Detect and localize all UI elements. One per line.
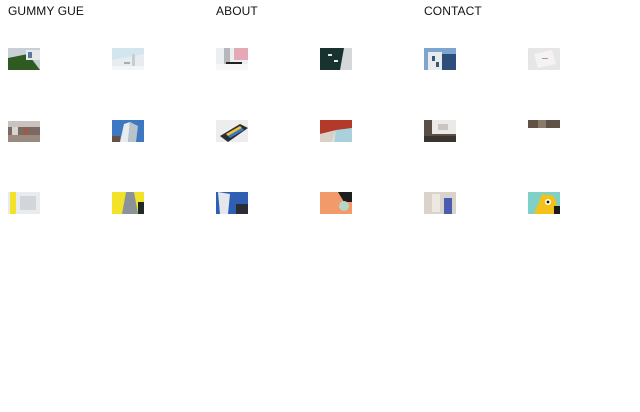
project-thumbnail-14[interactable] (112, 192, 144, 214)
photo-corridor (424, 120, 456, 142)
project-thumbnail-6[interactable] (528, 48, 560, 70)
photo-lawn-building (8, 48, 40, 70)
project-thumbnail-8[interactable] (112, 120, 144, 142)
project-thumbnail-12[interactable] (528, 120, 560, 128)
photo-white-paper (528, 48, 560, 70)
photo-blue-facade (424, 48, 456, 70)
project-thumbnail-3[interactable] (216, 48, 248, 70)
photo-red-geometric (320, 120, 352, 142)
project-thumbnail-13[interactable] (8, 192, 40, 214)
photo-wood-strip (528, 120, 560, 128)
project-thumbnail-4[interactable] (320, 48, 352, 70)
project-thumbnail-18[interactable] (528, 192, 560, 214)
project-thumbnail-1[interactable] (8, 48, 40, 70)
photo-white-interior (112, 48, 144, 70)
photo-yellow-stripe (8, 192, 40, 214)
photo-blue-sky-building (112, 120, 144, 142)
portfolio-grid (0, 0, 640, 412)
photo-book-spine (216, 120, 248, 142)
photo-orange-figure (320, 192, 352, 214)
project-thumbnail-15[interactable] (216, 192, 248, 214)
photo-pale-doorway (424, 192, 456, 214)
photo-dark-teal-book (320, 48, 352, 70)
project-thumbnail-10[interactable] (320, 120, 352, 142)
photo-pink-panel (216, 48, 248, 70)
photo-yellow-sculpture (112, 192, 144, 214)
project-thumbnail-9[interactable] (216, 120, 248, 142)
project-thumbnail-16[interactable] (320, 192, 352, 214)
project-thumbnail-17[interactable] (424, 192, 456, 214)
photo-blue-arch (216, 192, 248, 214)
project-thumbnail-11[interactable] (424, 120, 456, 142)
project-thumbnail-5[interactable] (424, 48, 456, 70)
photo-room-interior (8, 121, 40, 142)
project-thumbnail-2[interactable] (112, 48, 144, 70)
photo-yellow-character (528, 192, 560, 214)
project-thumbnail-7[interactable] (8, 121, 40, 142)
